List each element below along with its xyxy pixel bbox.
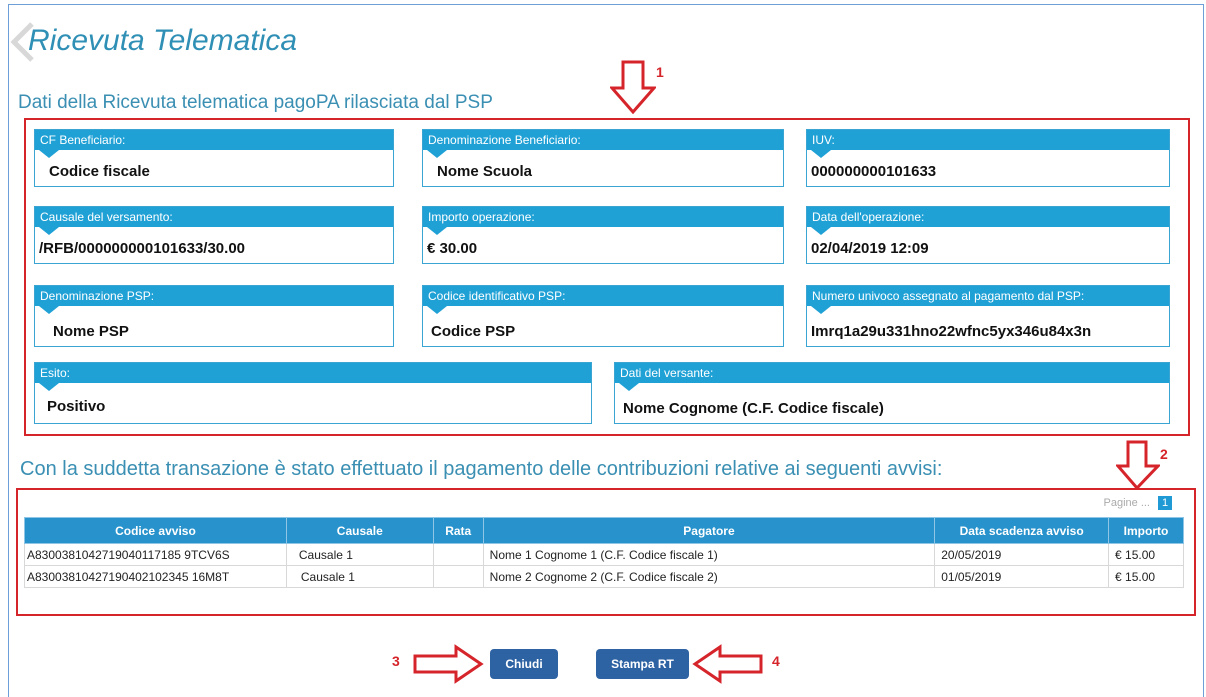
- table-cell: Causale 1: [285, 565, 434, 588]
- column-header[interactable]: Pagatore: [482, 517, 936, 544]
- field-value: Positivo: [47, 398, 106, 415]
- field-importo: Importo operazione: € 30.00: [422, 206, 784, 264]
- field-causale: Causale del versamento: /RFB/00000000010…: [34, 206, 394, 264]
- field-label: Importo operazione:: [423, 207, 783, 227]
- table-cell: [432, 565, 484, 588]
- table-cell: Nome 2 Cognome 2 (C.F. Codice fiscale 2): [482, 565, 936, 588]
- field-value: Nome PSP: [53, 323, 129, 340]
- field-codice-psp: Codice identificativo PSP: Codice PSP: [422, 285, 784, 347]
- right-arrow-annotation-icon: [413, 644, 484, 684]
- column-header[interactable]: Data scadenza avviso: [934, 517, 1110, 544]
- field-value: 02/04/2019 12:09: [811, 240, 929, 257]
- field-label: Dati del versante:: [615, 363, 1169, 383]
- field-value: Nome Scuola: [437, 163, 533, 180]
- print-rt-button[interactable]: Stampa RT: [596, 649, 689, 679]
- annotation-number: 3: [392, 653, 400, 669]
- field-label: Denominazione PSP:: [35, 286, 393, 306]
- table-row: A8300381042719040117185 9TCV6S Causale 1…: [24, 543, 1184, 566]
- table-cell: [432, 543, 484, 566]
- column-header[interactable]: Importo: [1108, 517, 1184, 544]
- table-cell: Causale 1: [285, 543, 434, 566]
- field-label: CF Beneficiario:: [35, 130, 393, 150]
- annotation-number: 2: [1160, 446, 1168, 462]
- annotation-number: 4: [772, 653, 780, 669]
- field-iuv: IUV: 000000000101633: [806, 129, 1170, 187]
- table-cell: A8300381042719040117185 9TCV6S: [24, 543, 287, 566]
- avvisi-table: Codice avviso Causale Rata Pagatore Data…: [24, 517, 1184, 588]
- column-header[interactable]: Rata: [432, 517, 484, 544]
- left-arrow-annotation-icon: [692, 644, 763, 684]
- field-label: Data dell'operazione:: [807, 207, 1169, 227]
- field-value: 000000000101633: [811, 163, 937, 180]
- field-value: Codice PSP: [431, 323, 516, 340]
- table-cell: 20/05/2019: [934, 543, 1110, 566]
- table-cell: 01/05/2019: [934, 565, 1110, 588]
- close-button[interactable]: Chiudi: [490, 649, 558, 679]
- table-cell: Nome 1 Cognome 1 (C.F. Codice fiscale 1): [482, 543, 936, 566]
- down-arrow-annotation-icon: [610, 60, 656, 114]
- field-numero-univoco: Numero univoco assegnato al pagamento da…: [806, 285, 1170, 347]
- section2-title: Con la suddetta transazione è stato effe…: [20, 458, 943, 480]
- table-cell: A83003810427190402102345 16M8T: [24, 565, 287, 588]
- section-title: Dati della Ricevuta telematica pagoPA ri…: [18, 92, 493, 113]
- field-denominazione-psp: Denominazione PSP: Nome PSP: [34, 285, 394, 347]
- field-value: Nome Cognome (C.F. Codice fiscale): [623, 400, 884, 417]
- field-label: Denominazione Beneficiario:: [423, 130, 783, 150]
- column-header[interactable]: Causale: [285, 517, 434, 544]
- field-value: € 30.00: [427, 240, 478, 257]
- field-label: IUV:: [807, 130, 1169, 150]
- field-value: Imrq1a29u331hno22wfnc5yx346u84x3n: [811, 323, 1092, 340]
- annotation-number: 1: [656, 64, 664, 80]
- down-arrow-annotation-icon: [1116, 440, 1160, 490]
- pager-label: Pagine ...: [1103, 497, 1150, 509]
- field-data-operazione: Data dell'operazione: 02/04/2019 12:09: [806, 206, 1170, 264]
- table-cell: € 15.00: [1108, 543, 1184, 566]
- field-label: Causale del versamento:: [35, 207, 393, 227]
- table-cell: € 15.00: [1108, 565, 1184, 588]
- field-label: Codice identificativo PSP:: [423, 286, 783, 306]
- field-versante: Dati del versante: Nome Cognome (C.F. Co…: [614, 362, 1170, 424]
- field-value: /RFB/000000000101633/30.00: [39, 240, 246, 257]
- table-header-row: Codice avviso Causale Rata Pagatore Data…: [24, 517, 1184, 544]
- pager-page-1[interactable]: 1: [1158, 496, 1172, 510]
- field-value: Codice fiscale: [49, 163, 150, 180]
- field-esito: Esito: Positivo: [34, 362, 592, 424]
- field-cf-beneficiario: CF Beneficiario: Codice fiscale: [34, 129, 394, 187]
- field-label: Numero univoco assegnato al pagamento da…: [807, 286, 1169, 306]
- field-label: Esito:: [35, 363, 591, 383]
- field-denominazione-beneficiario: Denominazione Beneficiario: Nome Scuola: [422, 129, 784, 187]
- column-header[interactable]: Codice avviso: [24, 517, 287, 544]
- page-title: Ricevuta Telematica: [28, 24, 298, 57]
- table-row: A83003810427190402102345 16M8T Causale 1…: [24, 565, 1184, 588]
